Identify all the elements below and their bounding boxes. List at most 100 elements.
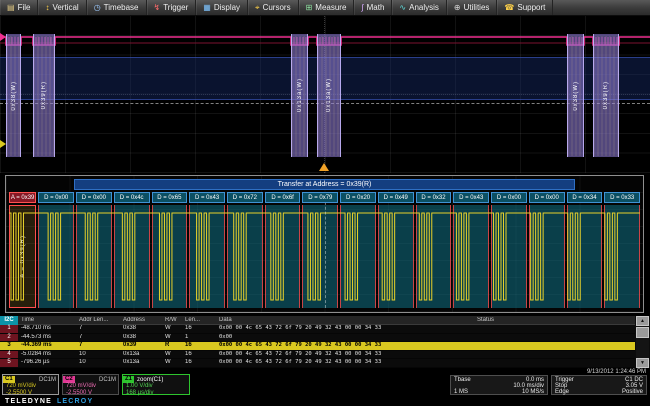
cell-data: 0x00	[216, 334, 474, 342]
trigger-descriptor[interactable]: Trigger C1 DC Stop 3.05 V Edge Positive	[551, 375, 647, 395]
bus-activity-band: 0x39(R)	[593, 34, 619, 157]
decode-data-box[interactable]: D = 0x49	[378, 192, 414, 203]
scrollbar-track[interactable]	[636, 326, 649, 358]
cell-data: 0x00 00 4c 65 43 72 6f 79 20 49 32 43 00…	[216, 351, 474, 359]
cell-rw: W	[162, 359, 182, 367]
menu-item-label: Vertical	[52, 3, 78, 12]
data-field-band	[152, 205, 188, 308]
row-index: 5	[0, 359, 18, 367]
trigger-position-marker[interactable]	[319, 163, 329, 171]
decode-data-box[interactable]: D = 0x43	[453, 192, 489, 203]
scroll-down-button[interactable]: ▼	[636, 358, 649, 368]
column-header[interactable]: Address	[120, 317, 162, 323]
scrollbar-thumb[interactable]	[636, 327, 649, 338]
timebase-descriptor[interactable]: Tbase 0.0 ms 10.0 ms/div 1 MS 10 MS/s	[450, 375, 548, 395]
tbase-rate: 10 MS/s	[522, 389, 544, 395]
decode-data-box[interactable]: D = 0x00	[491, 192, 527, 203]
data-field-band	[604, 205, 640, 308]
cell-time: -44.573 ms	[18, 334, 76, 342]
menu-item-vertical[interactable]: ↕Vertical	[38, 0, 86, 15]
menu-item-display[interactable]: ▦Display	[196, 0, 248, 15]
decode-data-box[interactable]: D = 0x00	[529, 192, 565, 203]
table-row-1[interactable]: 1-48.710 ms70x38W160x00 00 4c 65 43 72 6…	[0, 325, 635, 334]
menu-item-analysis[interactable]: ∿Analysis	[392, 0, 447, 15]
decode-address-box[interactable]: A = 0x39	[9, 192, 36, 203]
decode-data-box[interactable]: D = 0x6f	[265, 192, 301, 203]
decode-data-box[interactable]: D = 0x32	[416, 192, 452, 203]
menu-item-measure[interactable]: ⊞Measure	[299, 0, 355, 15]
z1-tab[interactable]: Z1	[123, 376, 134, 383]
table-row-4[interactable]: 4-5.0284 ms100x13aW160x00 00 4c 65 43 72…	[0, 351, 635, 360]
menu-item-math[interactable]: ∫Math	[354, 0, 392, 15]
menu-item-file[interactable]: ▤File	[0, 0, 38, 15]
table-row-5[interactable]: 5-796.26 µs100x13aW160x00 00 4c 65 43 72…	[0, 359, 635, 368]
cell-time: -5.0284 ms	[18, 351, 76, 359]
analysis-icon: ∿	[399, 4, 406, 12]
scroll-up-button[interactable]: ▲	[636, 316, 649, 326]
column-header[interactable]: Addr Len...	[76, 317, 120, 323]
cell-status	[474, 325, 635, 333]
decode-data-box[interactable]: D = 0x79	[302, 192, 338, 203]
data-field-band	[378, 205, 414, 308]
timebase-icon: ◷	[94, 4, 101, 12]
decode-annotation: Transfer at Address = 0x39(R)	[74, 179, 575, 190]
c2-coupling: DC1M	[99, 377, 118, 383]
measure-icon: ⊞	[306, 4, 313, 12]
data-field-band	[189, 205, 225, 308]
c2-descriptor[interactable]: C2 DC1M 720 mV/div -2.5500 V	[62, 374, 119, 395]
decode-data-box[interactable]: D = 0x33	[604, 192, 640, 203]
decode-data-box[interactable]: D = 0x72	[227, 192, 263, 203]
bus-activity-band: 0x13a(W)	[317, 34, 341, 157]
decode-data-box[interactable]: D = 0x20	[340, 192, 376, 203]
vertical-icon: ↕	[45, 4, 49, 12]
decode-table-header: I2C TimeAddr Len...AddressR/WLen...DataS…	[0, 316, 635, 325]
column-header[interactable]: Data	[216, 317, 474, 323]
decode-data-box[interactable]: D = 0x4c	[114, 192, 150, 203]
c1-descriptor[interactable]: C1 DC1M 720 mV/div -2.5500 V	[2, 374, 59, 395]
c2-tab[interactable]: C2	[63, 376, 75, 383]
decode-data-box[interactable]: D = 0x43	[189, 192, 225, 203]
bus-band-label: 0x13a(W)	[326, 78, 332, 112]
menu-item-cursors[interactable]: ⌖Cursors	[248, 0, 299, 15]
cell-status	[474, 334, 635, 342]
zoom-center-cursor	[325, 192, 326, 308]
bus-band-label: 0x39(R)	[603, 81, 609, 109]
cell-address: 0x13a	[120, 351, 162, 359]
cell-data: 0x00 00 4c 65 43 72 6f 79 20 49 32 43 00…	[216, 342, 474, 350]
table-scrollbar[interactable]: ▲ ▼	[636, 316, 649, 368]
z1-descriptor[interactable]: Z1 zoom(C1) 1.00 V/div 168 µs/div	[122, 374, 190, 395]
column-header[interactable]: Time	[18, 317, 76, 323]
table-row-2[interactable]: 2-44.573 ms70x38W10x00	[0, 334, 635, 343]
decode-data-box[interactable]: D = 0x65	[152, 192, 188, 203]
brand-lecroy: LECROY	[57, 398, 93, 405]
decode-data-box[interactable]: D = 0x00	[38, 192, 74, 203]
column-header[interactable]: Len...	[182, 317, 216, 323]
column-header[interactable]: R/W	[162, 317, 182, 323]
c2-descriptor-header: C2 DC1M	[63, 376, 118, 383]
decode-data-box[interactable]: D = 0x00	[76, 192, 112, 203]
cell-time: -44.369 ms	[18, 342, 76, 350]
data-field-band	[302, 205, 338, 308]
table-row-3[interactable]: 3-44.369 ms70x39R160x00 00 4c 65 43 72 6…	[0, 342, 635, 351]
data-field-band	[567, 205, 603, 308]
cell-len: 16	[182, 351, 216, 359]
menu-item-trigger[interactable]: ↯Trigger	[147, 0, 197, 15]
data-field-band	[453, 205, 489, 308]
brand-teledyne: TELEDYNE	[5, 398, 52, 405]
menu-item-timebase[interactable]: ◷Timebase	[87, 0, 147, 15]
data-field-band	[227, 205, 263, 308]
cell-addr-len: 10	[76, 351, 120, 359]
menu-item-label: Measure	[315, 3, 346, 12]
cell-len: 1	[182, 334, 216, 342]
cell-data: 0x00 00 4c 65 43 72 6f 79 20 49 32 43 00…	[216, 359, 474, 367]
menu-item-utilities[interactable]: ⊕Utilities	[447, 0, 497, 15]
decode-data-box[interactable]: D = 0x34	[567, 192, 603, 203]
column-header[interactable]: Status	[474, 317, 635, 323]
status-bar: 9/13/2012 1:24:46 PM C1 DC1M 720 mV/div …	[0, 368, 650, 396]
cell-status	[474, 359, 635, 367]
tbase-title: Tbase	[454, 377, 471, 383]
bus-band-label: 0x39(R)	[41, 81, 47, 109]
menu-item-support[interactable]: ☎Support	[497, 0, 553, 15]
bus-label[interactable]: I2C	[0, 316, 18, 325]
c1-tab[interactable]: C1	[3, 376, 15, 383]
